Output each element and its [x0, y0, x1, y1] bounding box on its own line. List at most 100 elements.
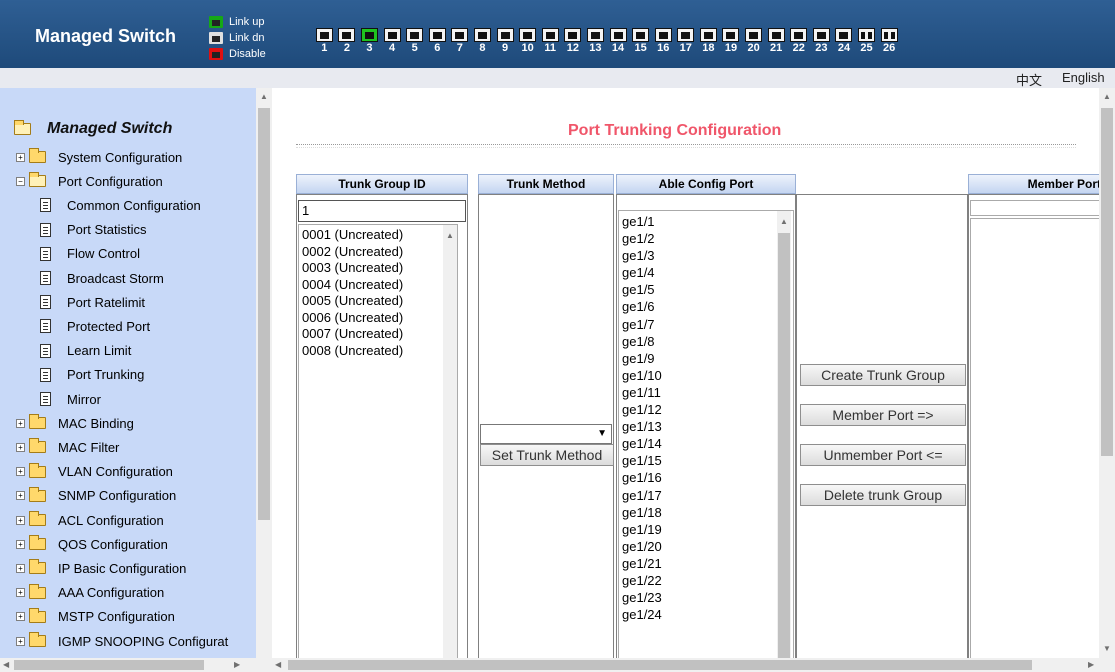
port-2[interactable]: 2	[336, 28, 359, 54]
sidebar-item-aaa-configuration[interactable]: + AAA Configuration	[16, 583, 164, 603]
port-3[interactable]: 3	[358, 28, 381, 54]
sidebar-item-port-statistics[interactable]: Port Statistics	[40, 220, 146, 240]
sidebar-hscroll-thumb[interactable]	[14, 660, 204, 670]
main-vertical-scrollbar[interactable]: ▲ ▼	[1099, 88, 1115, 658]
able-port-option[interactable]: ge1/13	[622, 418, 793, 435]
sidebar-item-snmp-configuration[interactable]: + SNMP Configuration	[16, 486, 176, 506]
collapse-icon[interactable]: −	[16, 176, 25, 186]
tree-root[interactable]: Managed Switch	[14, 120, 172, 138]
able-port-option[interactable]: ge1/19	[622, 521, 793, 538]
trunk-group-option[interactable]: 0001 (Uncreated)	[302, 227, 457, 244]
scroll-up-icon[interactable]: ▲	[446, 231, 454, 240]
able-port-option[interactable]: ge1/4	[622, 264, 793, 281]
trunk-group-option[interactable]: 0007 (Uncreated)	[302, 326, 457, 343]
port-6[interactable]: 6	[426, 28, 449, 54]
able-port-option[interactable]: ge1/22	[622, 572, 793, 589]
port-23[interactable]: 23	[810, 28, 833, 54]
trunk-group-option[interactable]: 0005 (Uncreated)	[302, 293, 457, 310]
sidebar-item-learn-limit[interactable]: Learn Limit	[40, 341, 131, 361]
member-port-button[interactable]: Member Port =>	[800, 404, 966, 426]
trunk-group-listbox[interactable]: 0001 (Uncreated) 0002 (Uncreated) 0003 (Un…	[298, 224, 458, 662]
set-trunk-method-button[interactable]: Set Trunk Method	[480, 444, 614, 466]
port-12[interactable]: 12	[562, 28, 585, 54]
port-15[interactable]: 15	[629, 28, 652, 54]
expand-icon[interactable]: +	[16, 588, 25, 598]
port-24[interactable]: 24	[833, 28, 856, 54]
able-port-option[interactable]: ge1/24	[622, 606, 793, 623]
trunk-method-select[interactable]: ▼	[480, 424, 612, 444]
port-10[interactable]: 10	[516, 28, 539, 54]
sidebar-item-mstp-configuration[interactable]: + MSTP Configuration	[16, 607, 175, 627]
able-port-option[interactable]: ge1/18	[622, 504, 793, 521]
able-port-option[interactable]: ge1/1	[622, 213, 793, 230]
able-port-option[interactable]: ge1/7	[622, 316, 793, 333]
trunk-group-option[interactable]: 0008 (Uncreated)	[302, 343, 457, 360]
port-26[interactable]: 26	[878, 28, 901, 54]
sidebar-item-port-ratelimit[interactable]: Port Ratelimit	[40, 292, 145, 312]
port-19[interactable]: 19	[720, 28, 743, 54]
trunk-group-option[interactable]: 0002 (Uncreated)	[302, 244, 457, 261]
port-5[interactable]: 5	[403, 28, 426, 54]
sidebar-item-port-trunking[interactable]: Port Trunking	[40, 365, 144, 385]
port-11[interactable]: 11	[539, 28, 562, 54]
port-4[interactable]: 4	[381, 28, 404, 54]
able-port-option[interactable]: ge1/17	[622, 487, 793, 504]
delete-trunk-group-button[interactable]: Delete trunk Group	[800, 484, 966, 506]
expand-icon[interactable]: +	[16, 152, 25, 162]
able-port-option[interactable]: ge1/9	[622, 350, 793, 367]
able-port-option[interactable]: ge1/14	[622, 435, 793, 452]
able-port-option[interactable]: ge1/10	[622, 367, 793, 384]
trunk-group-option[interactable]: 0006 (Uncreated)	[302, 310, 457, 327]
expand-icon[interactable]: +	[16, 539, 25, 549]
expand-icon[interactable]: +	[16, 636, 25, 646]
port-22[interactable]: 22	[787, 28, 810, 54]
scroll-up-icon[interactable]: ▲	[1103, 92, 1111, 101]
scroll-left-icon[interactable]: ◀	[275, 660, 281, 669]
expand-icon[interactable]: +	[16, 612, 25, 622]
expand-icon[interactable]: +	[16, 418, 25, 428]
able-port-option[interactable]: ge1/21	[622, 555, 793, 572]
member-port-input[interactable]	[970, 200, 1102, 216]
expand-icon[interactable]: +	[16, 515, 25, 525]
port-list-scrollbar[interactable]: ▲	[777, 211, 791, 671]
trunk-group-option[interactable]: 0003 (Uncreated)	[302, 260, 457, 277]
sidebar-item-common-configuration[interactable]: Common Configuration	[40, 195, 201, 215]
language-english-link[interactable]: English	[1062, 70, 1105, 85]
able-port-option[interactable]: ge1/2	[622, 230, 793, 247]
sidebar-vertical-scrollbar[interactable]: ▲	[256, 88, 272, 658]
sidebar-scroll-thumb[interactable]	[258, 108, 270, 520]
sidebar-item-mac-binding[interactable]: + MAC Binding	[16, 413, 134, 433]
sidebar-item-igmp-snooping-configurat[interactable]: + IGMP SNOOPING Configurat	[16, 631, 228, 651]
port-20[interactable]: 20	[742, 28, 765, 54]
sidebar-item-protected-port[interactable]: Protected Port	[40, 316, 150, 336]
port-7[interactable]: 7	[449, 28, 472, 54]
expand-icon[interactable]: +	[16, 563, 25, 573]
able-config-port-listbox[interactable]: ge1/1 ge1/2 ge1/3 ge1/4 ge1/5 ge1/6 ge1/7 ge1/8…	[618, 210, 794, 671]
sidebar-item-broadcast-storm[interactable]: Broadcast Storm	[40, 268, 164, 288]
language-chinese-link[interactable]: 中文	[1016, 70, 1042, 89]
able-port-option[interactable]: ge1/8	[622, 333, 793, 350]
port-list-scroll-thumb[interactable]	[778, 233, 790, 663]
port-16[interactable]: 16	[652, 28, 675, 54]
sidebar-item-port-configuration[interactable]: − Port Configuration	[16, 171, 163, 191]
scroll-right-icon[interactable]: ▶	[1088, 660, 1094, 669]
expand-icon[interactable]: +	[16, 491, 25, 501]
trunk-group-option[interactable]: 0004 (Uncreated)	[302, 277, 457, 294]
able-port-option[interactable]: ge1/5	[622, 281, 793, 298]
port-9[interactable]: 9	[494, 28, 517, 54]
member-port-listbox[interactable]	[970, 218, 1102, 668]
sidebar-item-flow-control[interactable]: Flow Control	[40, 244, 140, 264]
create-trunk-group-button[interactable]: Create Trunk Group	[800, 364, 966, 386]
scroll-up-icon[interactable]: ▲	[260, 92, 268, 101]
port-18[interactable]: 18	[697, 28, 720, 54]
unmember-port-button[interactable]: Unmember Port <=	[800, 444, 966, 466]
port-13[interactable]: 13	[584, 28, 607, 54]
scroll-right-icon[interactable]: ▶	[234, 660, 240, 669]
port-21[interactable]: 21	[765, 28, 788, 54]
sidebar-item-vlan-configuration[interactable]: + VLAN Configuration	[16, 462, 173, 482]
port-8[interactable]: 8	[471, 28, 494, 54]
main-horizontal-scrollbar[interactable]: ◀ ▶	[272, 658, 1115, 672]
port-14[interactable]: 14	[607, 28, 630, 54]
able-port-option[interactable]: ge1/11	[622, 384, 793, 401]
able-port-option[interactable]: ge1/3	[622, 247, 793, 264]
